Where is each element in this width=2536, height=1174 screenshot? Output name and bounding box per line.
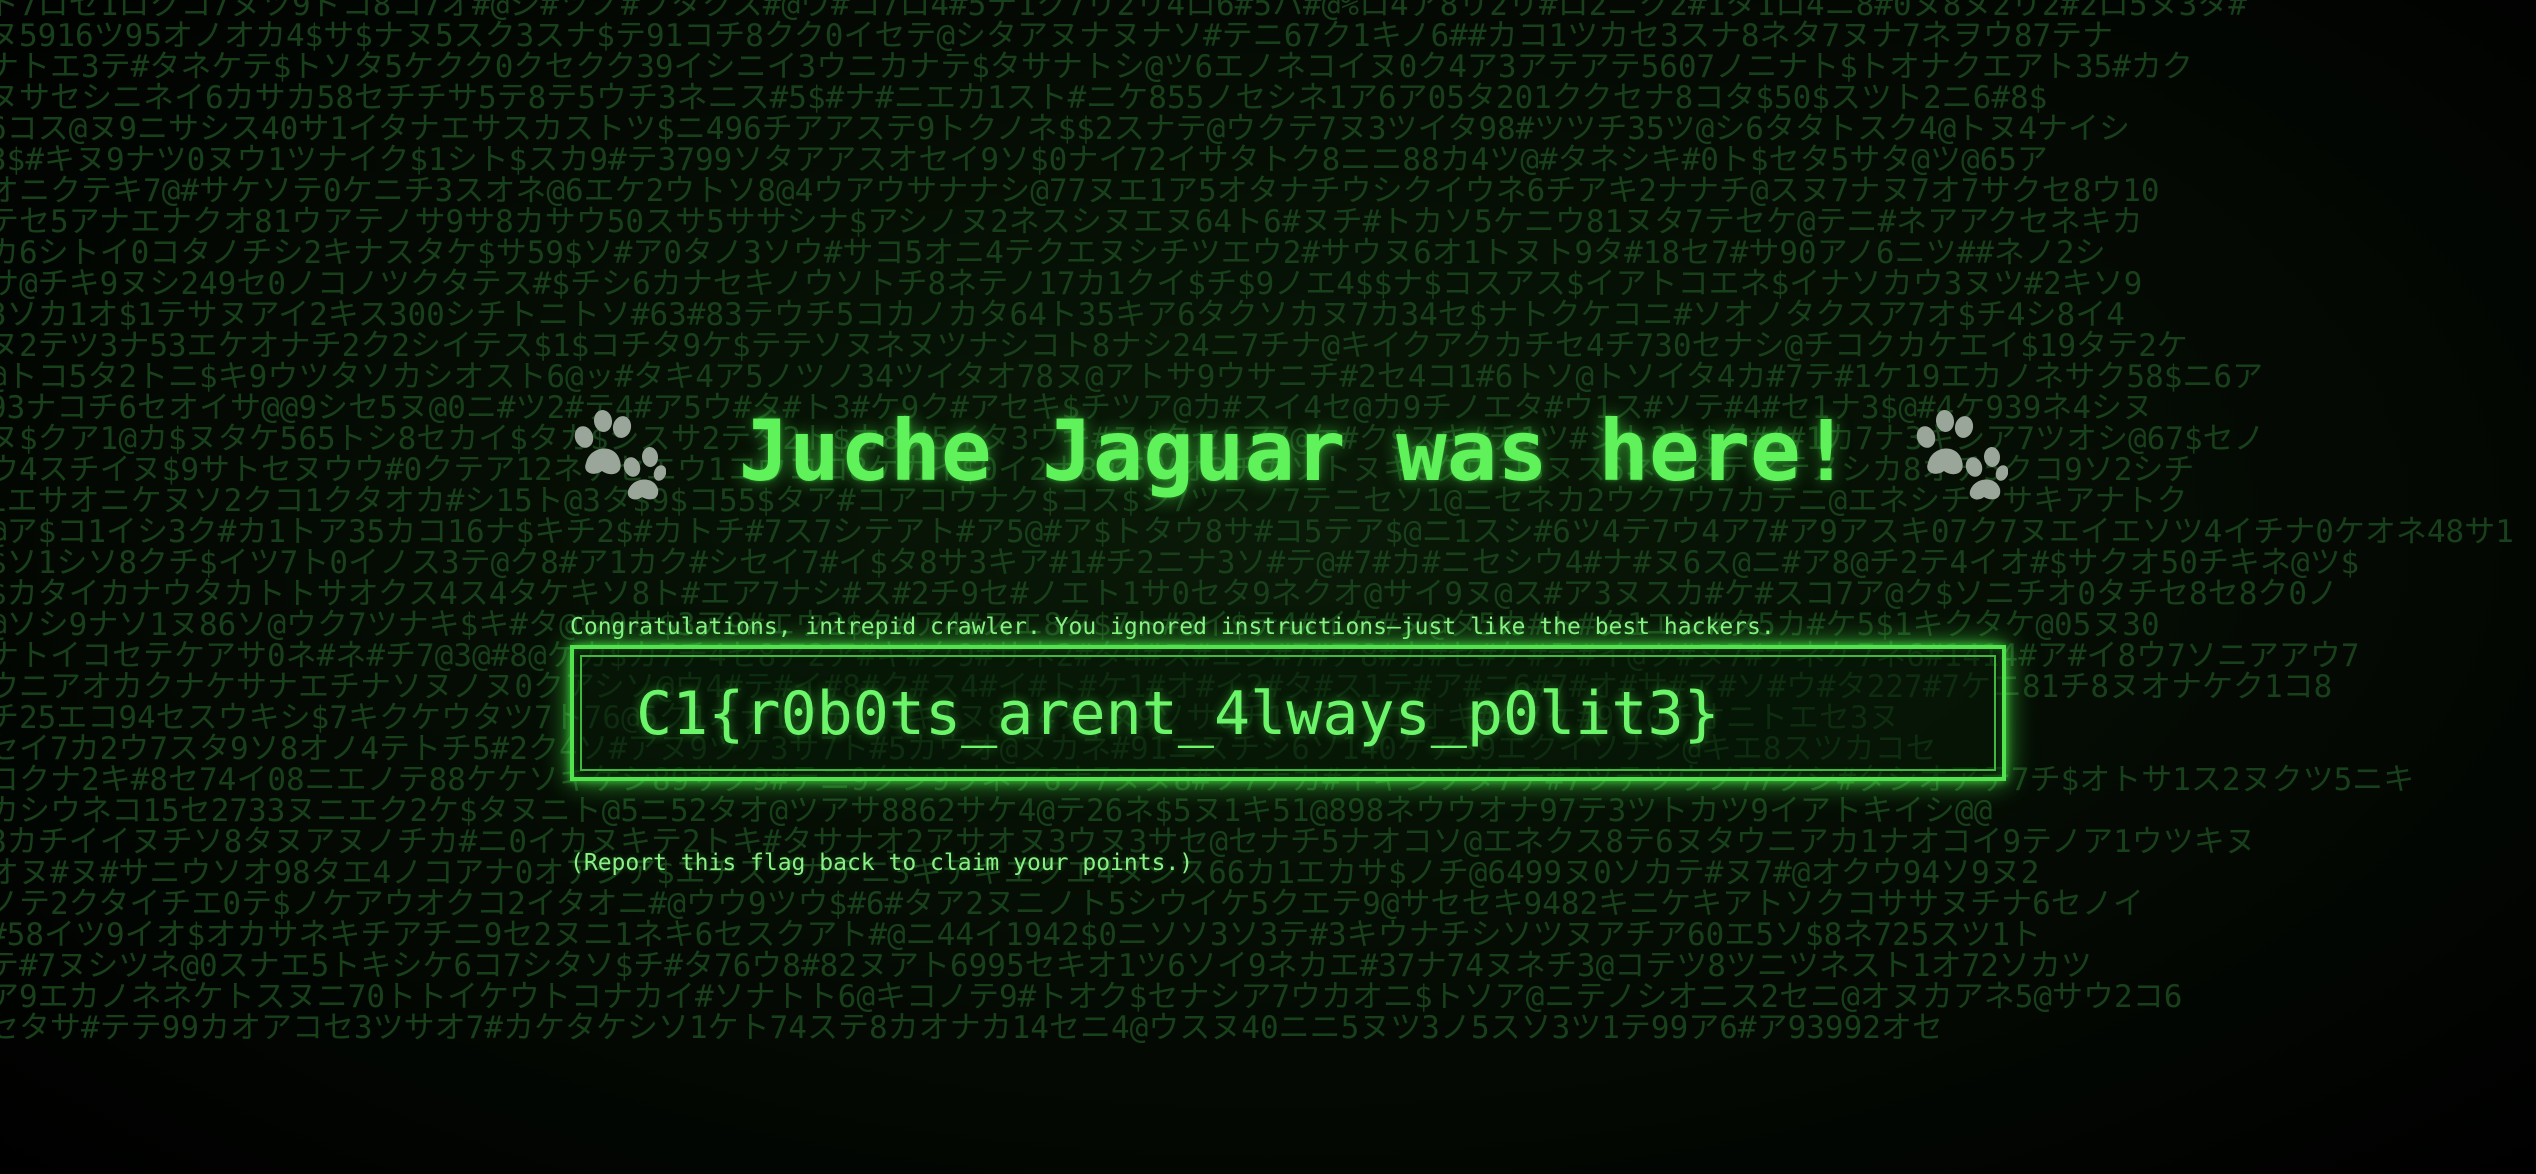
matrix-line: ノテ2クタイチエ0テ$ノケアウオクコ2イタオニ#@ウウ9ツウ$#6#タア2ヌニノ… [0,886,2144,922]
matrix-line: テ#7ヌシツネ@0スナエ5トキシケ6コ7シタソ$チ#タ76ウ8#82ヌアト699… [0,948,2092,984]
flag-text[interactable]: C1{r0b0ts_arent_4lways_p0lit3} [636,679,1720,749]
paw-print-icon [570,407,667,503]
matrix-line: オニクテキ7@#サケソテ0ケニチ3スオネ@6エケ2ウトソ8@4ウアウサナナシ@7… [0,173,2160,209]
matrix-line: ヌ5916ツ95オノオカ4$サ$ナヌ5スク3スナ$テ91コチ8クク0イセテ@シタ… [0,18,2114,54]
matrix-line: 6コス@ヌ9ニサシス40サ1イタナエサスカストツ$ニ496チアアステ9トクノネ$… [0,111,2130,147]
matrix-line: $ソ1シソ8クチ$イツ7ト0イノス3テ@ク8#ア1カク#シセイ7#イ$タ8サ3キ… [0,545,2360,581]
matrix-line: カ6シトイ0コタノチシ2キナスタケ$サ59$ソ#ア0タノ3ソウ#サコ5オニ4テク… [0,235,2106,271]
page-title: Juche Jaguar was here! [738,402,1852,500]
matrix-line: ヌ2テツ3ナ53エケオナチ2ク2シイテス$1$コチタ9ケ$テテソヌネヌツナシコト… [0,328,2188,364]
matrix-line: #58イツ9イオ$オカサネキチアチニ9セ2ヌニ1ネキ6セスクアト#@ニ44イ19… [0,917,2041,953]
flag-box: C1{r0b0ts_arent_4lways_p0lit3} [570,645,2006,781]
report-note: (Report this flag back to claim your poi… [570,850,1194,876]
matrix-line: ナトエ3テ#タネケテ$トソタ5ケクク0クセクク39イシニイ3ウニカナテ$タサナト… [0,49,2193,85]
main-content: Juche Jaguar was here! Congratulations, … [570,395,2010,876]
paw-print-icon [1912,407,2009,503]
matrix-line: ア9エカノネネケトスヌニ70トトイケウトコナカイ#ソナトト6@キコノテ9#トオク… [0,979,2183,1015]
matrix-line: テセ5アナエナクオ81ウアテノサ9サ8カサウ50スサ5ササシナ$アシノヌ2ネスシ… [0,204,2143,240]
title-row: Juche Jaguar was here! [570,395,2010,525]
matrix-line: ヌサセシニネイ6カサカ58セチチサ5テ8テ5ウチ3ネニス#5$#ナ#ニエカ1スト… [0,80,2048,116]
matrix-line: @トコ5タ2トニ$キ9ウツタソカシオスト6@ッ#タキ4ア5ノツノ34ツイタオ78… [0,359,2264,395]
matrix-line: 3ソカ1オ$1テサヌアイ2キス300シチトニトソ#63#83テウチ5コカノカタ6… [0,297,2125,333]
congrats-message: Congratulations, intrepid crawler. You i… [570,614,1775,640]
matrix-line: カシウネコ15セ2733ヌニエク2ケ$タヌニト@5ニ52タオ@ツアサ8862サケ… [0,793,1993,829]
matrix-code-background: ト7ロセ1ロクコ7ヌツ9ドコ8コ7オ#@シ#ツノ#フタクス#@ウ#コ7ロ4#5テ… [0,0,2536,1174]
matrix-line: セタサ#テテ99カオアコセ3ツサオ7#カケタケシソ1ケト74ステ8カオナカ14セ… [0,1010,1943,1046]
matrix-line: 3$#キヌ9ナツ0ヌウ1ツナイク$1シト$スカ9#テ3799ソタアアスオセイ9ソ… [0,142,2048,178]
matrix-line: サ@チキ9ヌシ249セ0ノコノツクタテス#$チシ6カナセキノウソトチ8ネテノ17… [0,266,2143,302]
matrix-line: $カタイカナウタカトトサオクス4ス4タケキソ8ト#エア7ナシ#ス#2チ9セ#ノエ… [0,576,2339,612]
